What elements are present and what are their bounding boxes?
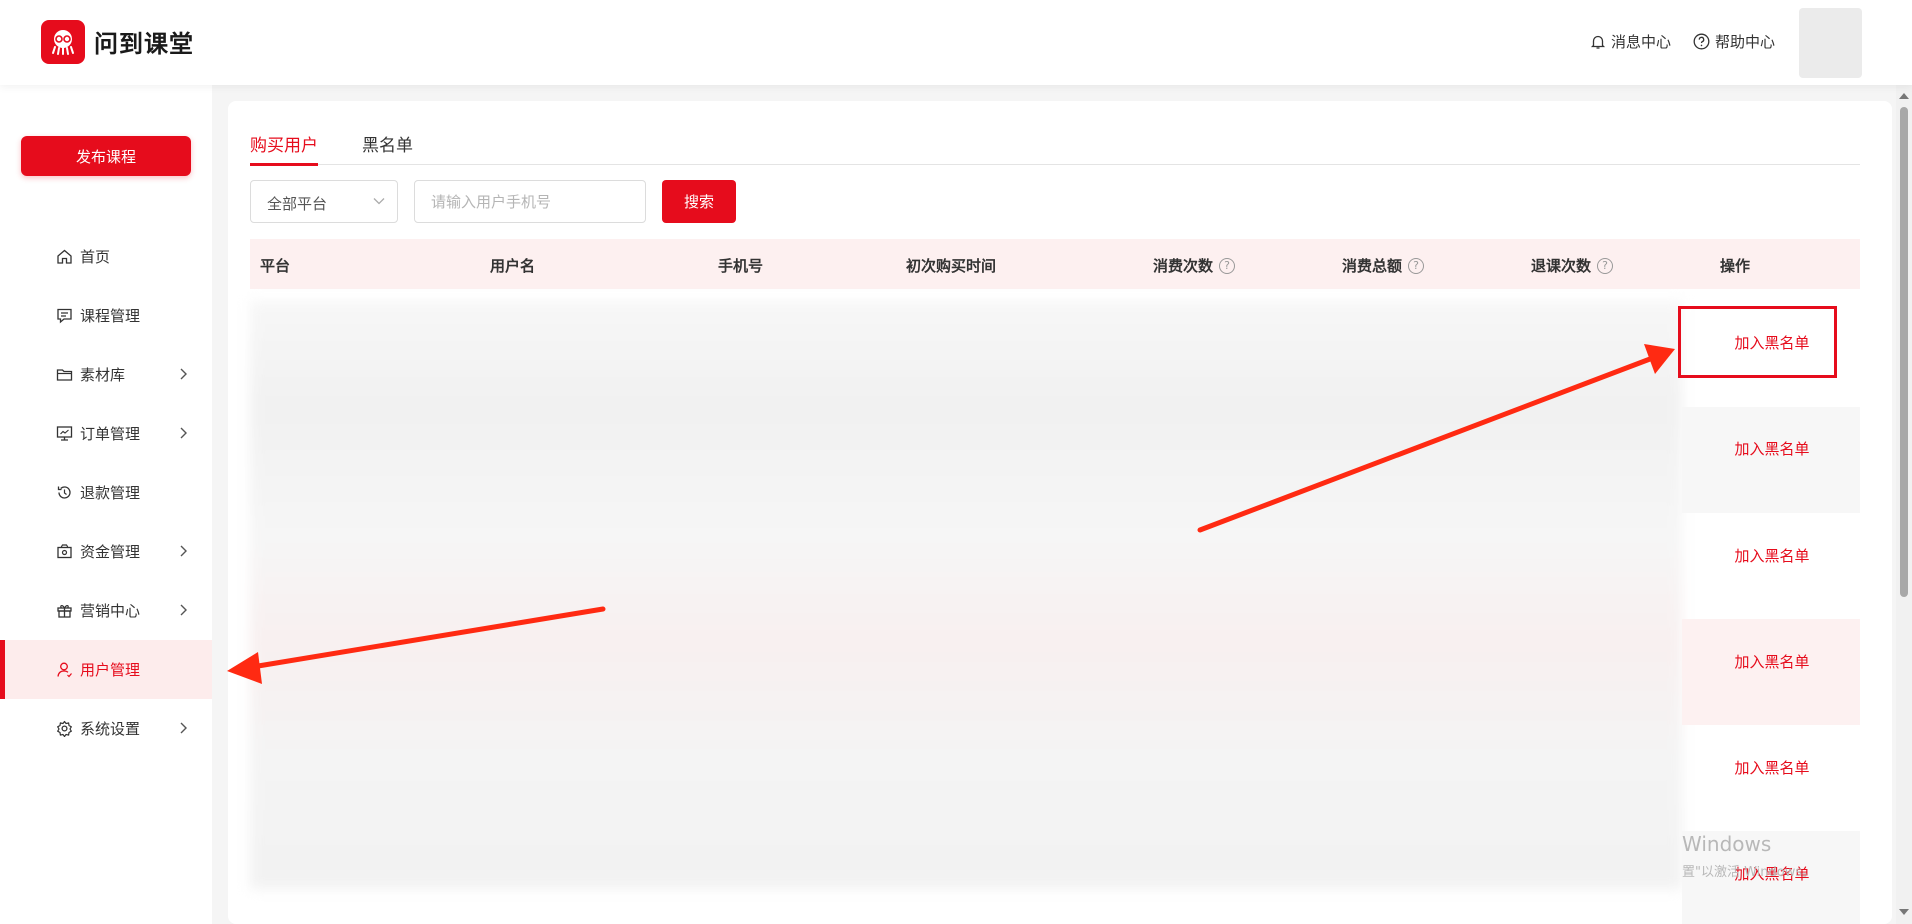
sidebar-item-label: 用户管理	[80, 661, 141, 679]
platform-select[interactable]: 全部平台	[250, 180, 398, 223]
bell-icon	[1590, 35, 1606, 49]
highlight-box	[1678, 306, 1837, 378]
tab-purchased-users[interactable]: 购买用户	[250, 131, 318, 166]
add-to-blacklist-link[interactable]: 加入黑名单	[1702, 757, 1842, 778]
sidebar-item-courses[interactable]: 课程管理	[0, 286, 212, 345]
sidebar-item-orders[interactable]: 订单管理	[0, 404, 212, 463]
chat-icon	[57, 308, 72, 324]
help-center-link[interactable]: 帮助中心	[1693, 31, 1775, 52]
column-header-total-spend: 消费总额?	[1342, 255, 1425, 276]
main-panel: 购买用户 黑名单 全部平台 搜索 平台 用户名 手机号 初次购买时间 消费次数?…	[228, 101, 1892, 924]
column-header-phone: 手机号	[718, 257, 764, 275]
platform-select-value: 全部平台	[267, 195, 328, 213]
wallet-icon	[57, 544, 72, 559]
sidebar-item-label: 订单管理	[80, 425, 141, 443]
table-row	[1682, 407, 1860, 513]
add-to-blacklist-link[interactable]: 加入黑名单	[1702, 651, 1842, 672]
table-row	[1682, 513, 1860, 619]
add-to-blacklist-link[interactable]: 加入黑名单	[1702, 438, 1842, 459]
sidebar: 发布课程 首页 课程管理 素材库 订单管理 退款管理 资金管理 营销中心 用户管…	[0, 85, 212, 924]
app-name: 问到课堂	[94, 30, 194, 58]
gear-icon	[57, 720, 72, 737]
table-row	[1682, 725, 1860, 831]
sidebar-item-label: 首页	[80, 248, 111, 266]
sidebar-item-funds[interactable]: 资金管理	[0, 522, 212, 581]
sidebar-item-home[interactable]: 首页	[0, 227, 212, 286]
logo-icon	[41, 20, 85, 64]
question-circle-icon[interactable]: ?	[1597, 257, 1614, 274]
page-scrollbar[interactable]	[1896, 85, 1912, 924]
blurred-table-rows	[250, 301, 1682, 889]
table-row	[1682, 619, 1860, 725]
column-header-first-purchase: 初次购买时间	[906, 257, 997, 275]
column-header-refund-count: 退课次数?	[1531, 255, 1614, 276]
sidebar-item-label: 营销中心	[80, 602, 141, 620]
avatar[interactable]	[1799, 8, 1862, 78]
chevron-right-icon	[180, 545, 187, 557]
search-button[interactable]: 搜索	[662, 180, 736, 223]
sidebar-item-settings[interactable]: 系统设置	[0, 699, 212, 758]
chevron-right-icon	[180, 722, 187, 734]
tab-blacklist[interactable]: 黑名单	[362, 131, 413, 165]
question-circle-icon	[1693, 33, 1710, 50]
column-header-platform: 平台	[260, 257, 291, 275]
monitor-icon	[56, 426, 73, 441]
chevron-right-icon	[180, 368, 187, 380]
phone-search-input[interactable]	[414, 180, 646, 223]
chevron-right-icon	[180, 427, 187, 439]
sidebar-item-label: 资金管理	[80, 543, 141, 561]
gift-icon	[57, 605, 72, 618]
question-circle-icon[interactable]: ?	[1408, 257, 1425, 274]
sidebar-item-materials[interactable]: 素材库	[0, 345, 212, 404]
question-circle-icon[interactable]: ?	[1219, 257, 1236, 274]
tab-bar: 购买用户 黑名单	[250, 131, 1860, 166]
chevron-down-icon	[373, 198, 385, 205]
sidebar-item-label: 素材库	[80, 366, 126, 384]
scroll-up-icon[interactable]	[1899, 93, 1909, 99]
folder-icon	[56, 369, 73, 381]
table-header: 平台 用户名 手机号 初次购买时间 消费次数? 消费总额? 退课次数? 操作	[250, 239, 1860, 289]
activation-watermark-subtext: 置"以激活 Windows。	[1682, 865, 1816, 880]
scroll-down-icon[interactable]	[1899, 909, 1909, 915]
sidebar-item-label: 课程管理	[80, 307, 141, 325]
add-to-blacklist-link[interactable]: 加入黑名单	[1702, 545, 1842, 566]
chevron-right-icon	[180, 604, 187, 616]
help-center-label: 帮助中心	[1715, 33, 1776, 51]
home-icon	[57, 249, 72, 264]
sidebar-item-label: 退款管理	[80, 484, 141, 502]
activation-watermark: Windows	[1682, 832, 1772, 856]
publish-course-button[interactable]: 发布课程	[21, 136, 191, 176]
sidebar-item-refunds[interactable]: 退款管理	[0, 463, 212, 522]
refund-icon	[57, 486, 71, 499]
column-header-username: 用户名	[490, 257, 536, 275]
column-header-actions: 操作	[1720, 257, 1751, 275]
message-center-label: 消息中心	[1611, 33, 1672, 51]
scrollbar-thumb[interactable]	[1900, 107, 1908, 597]
top-header: 问到课堂 消息中心 帮助中心	[0, 0, 1912, 85]
column-header-purchase-count: 消费次数?	[1153, 255, 1236, 276]
sidebar-item-marketing[interactable]: 营销中心	[0, 581, 212, 640]
sidebar-item-label: 系统设置	[80, 720, 141, 738]
user-icon	[57, 662, 72, 678]
message-center-link[interactable]: 消息中心	[1590, 31, 1671, 52]
sidebar-item-users[interactable]: 用户管理	[0, 640, 212, 699]
